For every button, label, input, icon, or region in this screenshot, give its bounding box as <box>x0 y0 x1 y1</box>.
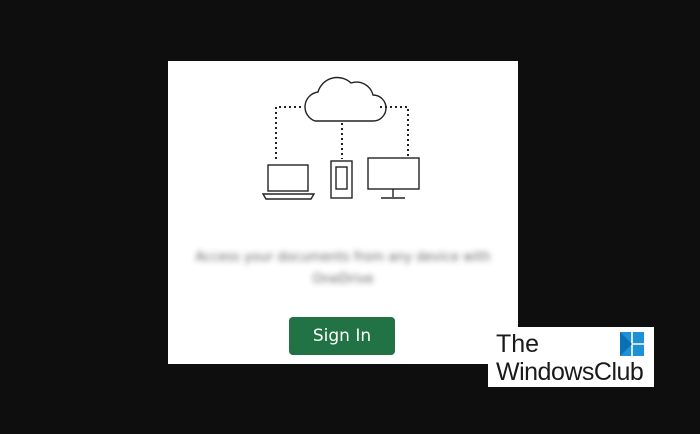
sign-in-panel: Access your documents from any device wi… <box>168 61 518 364</box>
watermark-line-2: WindowsClub <box>496 358 644 386</box>
phone-icon <box>330 160 353 199</box>
onedrive-message: Access your documents from any device wi… <box>195 250 491 287</box>
devices-cloud-illustration <box>261 76 420 200</box>
monitor-icon <box>367 157 420 199</box>
sign-in-button[interactable]: Sign In <box>289 317 395 355</box>
cloud-icon <box>304 76 387 122</box>
watermark-line-1: The <box>496 330 540 358</box>
windows-logo-icon <box>620 332 644 356</box>
laptop-icon <box>261 164 316 200</box>
watermark-logo: The WindowsClub <box>488 327 654 387</box>
